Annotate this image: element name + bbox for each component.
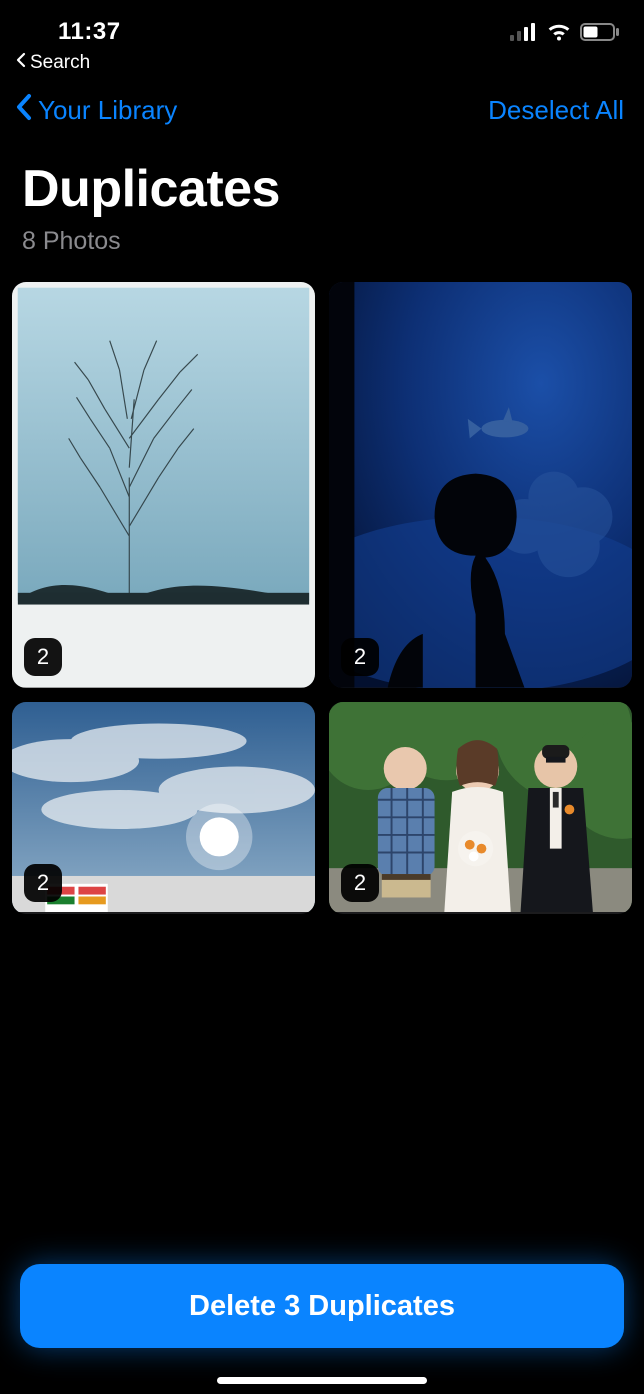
home-indicator[interactable] — [217, 1377, 427, 1384]
nav-bar: Your Library Deselect All — [0, 78, 644, 139]
photo-tile[interactable]: 2 — [329, 702, 632, 914]
breadcrumb[interactable]: Search — [0, 52, 644, 78]
photo-tile[interactable]: 2 — [12, 702, 315, 914]
photo-thumbnail — [12, 282, 315, 688]
cellular-icon — [510, 23, 538, 46]
battery-icon — [580, 23, 620, 46]
duplicate-count-badge: 2 — [24, 864, 62, 902]
nav-back-label: Your Library — [38, 95, 177, 126]
nav-back[interactable]: Your Library — [12, 92, 177, 129]
action-area: Delete 3 Duplicates — [0, 1264, 644, 1394]
status-bar: 11:37 — [0, 0, 644, 52]
title-block: Duplicates 8 Photos — [0, 139, 644, 264]
page-title: Duplicates — [22, 159, 622, 219]
photo-tile[interactable]: 2 — [12, 282, 315, 688]
duplicate-count-badge: 2 — [341, 638, 379, 676]
delete-duplicates-button[interactable]: Delete 3 Duplicates — [20, 1264, 624, 1348]
status-icons — [510, 18, 620, 47]
status-time: 11:37 — [24, 18, 121, 46]
duplicate-count-badge: 2 — [341, 864, 379, 902]
photo-count: 8 Photos — [22, 227, 622, 256]
duplicates-grid: 2 2 — [0, 264, 644, 914]
duplicate-count-badge: 2 — [24, 638, 62, 676]
chevron-left-icon — [12, 92, 36, 129]
breadcrumb-back-icon — [14, 52, 28, 74]
photo-thumbnail — [329, 282, 632, 688]
deselect-all-button[interactable]: Deselect All — [488, 95, 624, 126]
wifi-icon — [546, 22, 572, 47]
breadcrumb-label: Search — [30, 52, 90, 74]
photo-tile[interactable]: 2 — [329, 282, 632, 688]
